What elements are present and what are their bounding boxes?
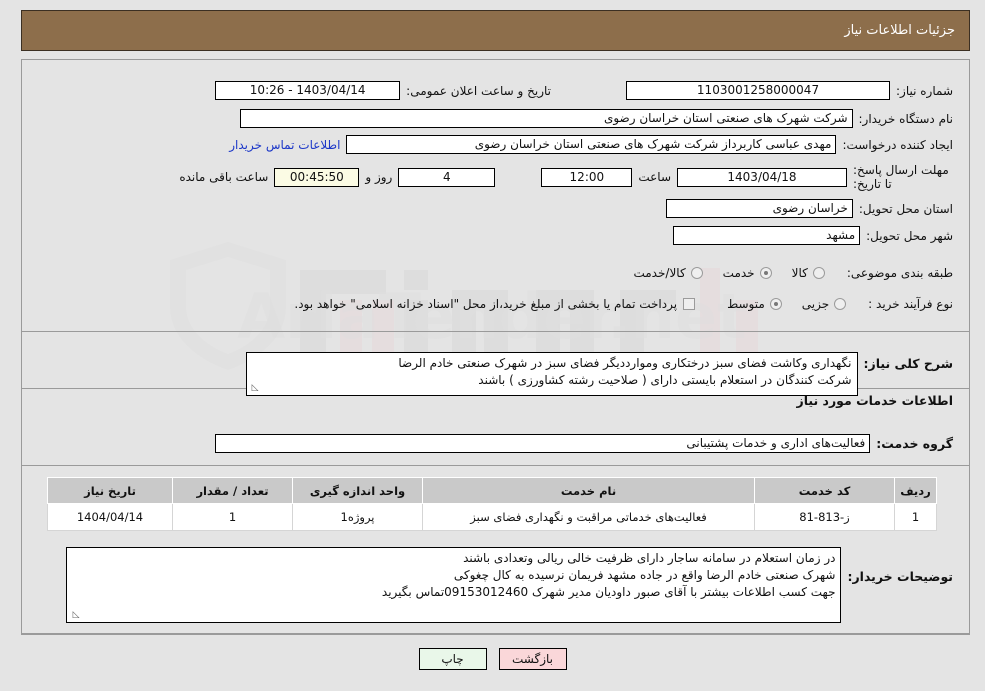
announce-datetime-value[interactable]: 1403/04/14 - 10:26 <box>215 81 401 100</box>
resize-grip-icon[interactable]: ◺ <box>249 384 259 394</box>
row-category: طبقه بندی موضوعی: کالا خدمت کالا/خدمت <box>619 266 953 280</box>
row-process-type: نوع فرآیند خرید : جزیی متوسط پرداخت تمام… <box>294 297 953 311</box>
cell-unit: پروژه1 <box>292 503 423 531</box>
col-need-date: تاریخ نیاز <box>47 477 173 504</box>
table-header-row: ردیف کد خدمت نام خدمت واحد اندازه گیری ت… <box>47 477 937 504</box>
category-option-service-label: خدمت <box>722 266 755 280</box>
service-group-label: گروه خدمت: <box>876 436 953 451</box>
radio-goods-service-icon[interactable] <box>690 267 703 279</box>
treasury-note-checkbox[interactable] <box>683 298 696 310</box>
radio-medium-icon[interactable] <box>769 298 782 310</box>
cell-need-date: 1404/04/14 <box>47 503 173 531</box>
category-label: طبقه بندی موضوعی: <box>846 266 953 280</box>
row-province: استان محل تحویل: خراسان رضوی <box>665 199 953 218</box>
process-option-minor-label: جزیی <box>801 297 830 311</box>
row-need-number: شماره نیاز: 1103001258000047 <box>626 81 953 100</box>
back-button[interactable]: بازگشت <box>498 648 567 670</box>
requester-value[interactable]: مهدی عباسی کاربرداز شرکت شهرک های صنعتی … <box>346 135 837 154</box>
row-city: شهر محل تحویل: مشهد <box>673 226 953 245</box>
province-value[interactable]: خراسان رضوی <box>665 199 853 218</box>
description-textarea[interactable]: نگهداری وکاشت فضای سبز درختکاری وموارددی… <box>245 352 858 396</box>
need-number-label: شماره نیاز: <box>896 83 953 98</box>
category-option-goods-label: کالا <box>791 266 808 280</box>
row-announce-datetime: تاریخ و ساعت اعلان عمومی: 1403/04/14 - 1… <box>215 81 551 100</box>
process-option-medium-label: متوسط <box>727 297 765 311</box>
deadline-time-value[interactable]: 12:00 <box>541 167 633 187</box>
process-label: نوع فرآیند خرید : <box>868 297 953 311</box>
remaining-clock-value: 00:45:50 <box>274 167 360 187</box>
description-line-2: شرکت کنندگان در استعلام بایستی دارای ( ص… <box>478 373 852 387</box>
category-option-goods-service-label: کالا/خدمت <box>633 266 686 280</box>
announce-datetime-label: تاریخ و ساعت اعلان عمومی: <box>406 83 551 98</box>
col-service-name: نام خدمت <box>422 477 755 504</box>
radio-goods-icon[interactable] <box>812 267 825 279</box>
remaining-clock-label: ساعت باقی مانده <box>179 170 269 184</box>
remaining-days-label: روز و <box>365 170 393 184</box>
divider-bottom-section <box>21 634 970 635</box>
col-quantity: تعداد / مقدار <box>172 477 293 504</box>
row-description: شرح کلی نیاز: نگهداری وکاشت فضای سبز درخ… <box>245 352 953 396</box>
treasury-note-text: پرداخت تمام یا بخشی از مبلغ خرید،از محل … <box>294 297 678 311</box>
radio-minor-icon[interactable] <box>834 298 847 310</box>
items-table: ردیف کد خدمت نام خدمت واحد اندازه گیری ت… <box>47 477 937 531</box>
cell-quantity: 1 <box>172 503 293 531</box>
buyer-notes-line-1: در زمان استعلام در سامانه ساجار دارای ظر… <box>463 551 836 565</box>
services-section-title: اطلاعات خدمات مورد نیاز <box>796 393 954 408</box>
page-title: جزئیات اطلاعات نیاز <box>844 23 955 38</box>
row-buyer-notes: توضیحات خریدار: در زمان استعلام در سامان… <box>66 547 953 623</box>
buyer-org-value[interactable]: شرکت شهرک های صنعتی استان خراسان رضوی <box>239 109 853 128</box>
description-line-1: نگهداری وکاشت فضای سبز درختکاری وموارددی… <box>398 356 852 370</box>
items-table-wrapper: ردیف کد خدمت نام خدمت واحد اندازه گیری ت… <box>47 477 937 531</box>
remaining-days-value: 4 <box>398 167 496 187</box>
radio-service-icon[interactable] <box>759 267 772 279</box>
cell-row-no: 1 <box>894 503 937 531</box>
process-option-minor[interactable]: جزیی <box>788 297 847 311</box>
print-button[interactable]: چاپ <box>418 648 487 670</box>
buyer-notes-line-2: شهرک صنعتی خادم الرضا واقع در جاده مشهد … <box>453 568 836 582</box>
city-label: شهر محل تحویل: <box>866 228 953 243</box>
cell-service-name: فعالیت‌های خدماتی مراقبت و نگهداری فضای … <box>422 503 755 531</box>
deadline-date-value[interactable]: 1403/04/18 <box>677 167 847 187</box>
bottom-button-bar: بازگشت چاپ <box>0 648 985 670</box>
service-group-value[interactable]: فعالیت‌های اداری و خدمات پشتیبانی <box>215 434 871 453</box>
buyer-contact-link[interactable]: اطلاعات تماس خریدار <box>229 138 340 152</box>
table-row[interactable]: 1 ز-813-81 فعالیت‌های خدماتی مراقبت و نگ… <box>47 503 937 531</box>
category-option-goods[interactable]: کالا <box>778 266 825 280</box>
col-unit: واحد اندازه گیری <box>292 477 423 504</box>
col-service-code: کد خدمت <box>754 477 895 504</box>
process-option-medium[interactable]: متوسط <box>713 297 782 311</box>
divider-top-section <box>21 331 970 332</box>
row-requester: ایجاد کننده درخواست: مهدی عباسی کاربرداز… <box>229 135 953 154</box>
category-option-service[interactable]: خدمت <box>709 266 772 280</box>
buyer-org-label: نام دستگاه خریدار: <box>858 111 954 126</box>
buyer-notes-label: توضیحات خریدار: <box>847 569 953 584</box>
deadline-time-label: ساعت <box>638 170 671 184</box>
col-row-no: ردیف <box>894 477 937 504</box>
page-root: AriaTender.net جزئیات اطلاعات نیاز شماره… <box>0 0 985 691</box>
divider-services-section <box>21 465 970 466</box>
city-value[interactable]: مشهد <box>673 226 861 245</box>
row-buyer-org: نام دستگاه خریدار: شرکت شهرک های صنعتی ا… <box>239 109 954 128</box>
page-header-bar: جزئیات اطلاعات نیاز <box>21 10 970 51</box>
cell-service-code: ز-813-81 <box>754 503 895 531</box>
row-deadline: مهلت ارسال پاسخ: تا تاریخ: 1403/04/18 سا… <box>179 163 953 191</box>
buyer-notes-line-3: جهت کسب اطلاعات بیشتر با آقای صبور داودی… <box>381 585 836 599</box>
buyer-notes-resize-grip-icon[interactable]: ◺ <box>69 611 80 621</box>
requester-label: ایجاد کننده درخواست: <box>842 137 953 152</box>
deadline-label: مهلت ارسال پاسخ: تا تاریخ: <box>853 163 949 191</box>
need-number-value[interactable]: 1103001258000047 <box>626 81 890 100</box>
category-option-goods-service[interactable]: کالا/خدمت <box>619 266 703 280</box>
description-label: شرح کلی نیاز: <box>863 356 953 371</box>
row-service-group: گروه خدمت: فعالیت‌های اداری و خدمات پشتی… <box>215 434 953 453</box>
province-label: استان محل تحویل: <box>858 201 953 216</box>
buyer-notes-textarea[interactable]: در زمان استعلام در سامانه ساجار دارای ظر… <box>66 547 842 623</box>
